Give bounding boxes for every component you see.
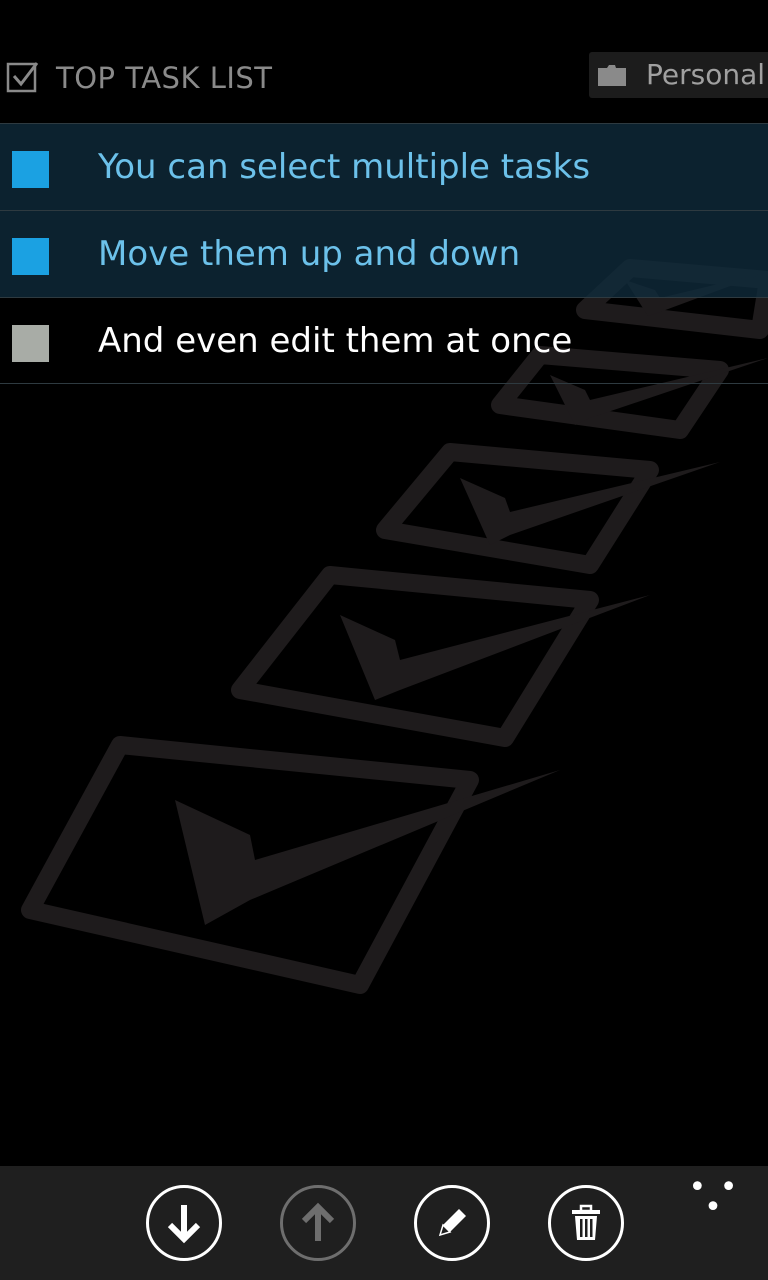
delete-icon	[572, 1204, 600, 1240]
task-row[interactable]: And even edit them at once	[0, 297, 768, 384]
move-up-button[interactable]	[280, 1185, 356, 1261]
more-options-button[interactable]: • • •	[684, 1173, 744, 1223]
task-checkbox[interactable]	[12, 151, 49, 188]
delete-button[interactable]	[548, 1185, 624, 1261]
move-down-button[interactable]	[146, 1185, 222, 1261]
list-name-label: Personal	[646, 58, 766, 91]
arrow-up-icon	[301, 1202, 335, 1241]
task-row[interactable]: You can select multiple tasks	[0, 123, 768, 210]
task-label: And even edit them at once	[98, 321, 573, 361]
task-label: Move them up and down	[98, 234, 521, 274]
list-selector-button[interactable]: Personal	[589, 52, 768, 98]
arrow-down-icon	[167, 1205, 201, 1244]
page-title: TOP TASK LIST	[56, 61, 273, 95]
edit-icon	[438, 1209, 466, 1237]
edit-button[interactable]	[414, 1185, 490, 1261]
app-bar: • • •	[0, 1166, 768, 1280]
header: TOP TASK LIST Personal	[0, 48, 768, 108]
task-label: You can select multiple tasks	[98, 147, 591, 187]
screen: TOP TASK LIST Personal You can select mu…	[0, 0, 768, 1280]
folder-icon	[598, 65, 626, 86]
checkbox-checked-icon	[6, 62, 39, 93]
task-checkbox[interactable]	[12, 238, 49, 275]
task-checkbox[interactable]	[12, 325, 49, 362]
task-list: You can select multiple tasks Move them …	[0, 123, 768, 384]
task-row[interactable]: Move them up and down	[0, 210, 768, 297]
